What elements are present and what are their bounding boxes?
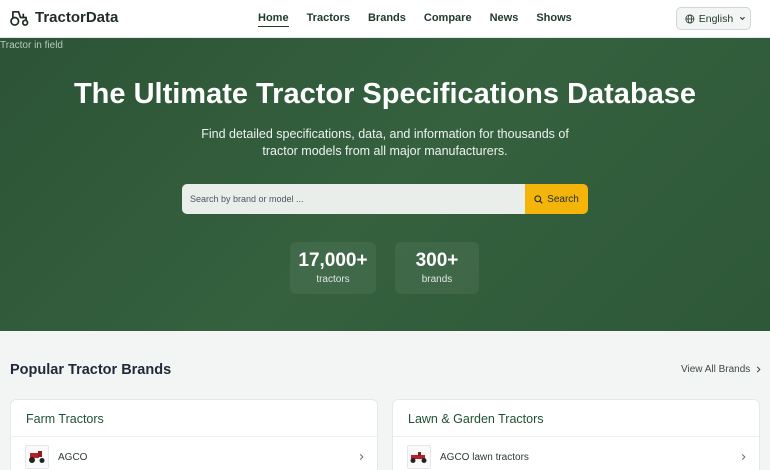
card-title: Lawn & Garden Tractors (408, 412, 544, 426)
nav-news[interactable]: News (490, 12, 519, 27)
tractor-thumbnail-icon (29, 451, 45, 463)
brand-name: AGCO lawn tractors (440, 451, 529, 463)
hero-image-alt: Tractor in field (0, 40, 63, 51)
nav-brands[interactable]: Brands (368, 12, 406, 27)
search-button-label: Search (547, 193, 579, 205)
brand-thumbnail (25, 445, 49, 469)
brand-list-item[interactable]: AGCO lawn tractors (407, 444, 747, 470)
section-title: Popular Tractor Brands (10, 362, 172, 378)
main-nav: Home Tractors Brands Compare News Shows (258, 12, 590, 27)
site-header: TractorData Home Tractors Brands Compare… (0, 0, 770, 38)
card-title: Farm Tractors (26, 412, 104, 426)
language-selector[interactable]: English (676, 7, 751, 30)
search-button[interactable]: Search (525, 184, 588, 214)
brand-thumbnail (407, 445, 431, 469)
nav-home[interactable]: Home (258, 12, 289, 27)
nav-compare[interactable]: Compare (424, 12, 472, 27)
lawn-garden-tractors-card: Lawn & Garden Tractors AGCO lawn tractor… (392, 399, 760, 470)
tractor-icon (10, 10, 29, 26)
nav-shows[interactable]: Shows (536, 12, 571, 27)
stat-tractors: 17,000+ tractors (290, 242, 376, 294)
globe-icon (685, 14, 695, 23)
divider (11, 436, 377, 437)
chevron-right-icon (359, 454, 364, 460)
search-input[interactable] (182, 184, 525, 214)
view-all-brands-link[interactable]: View All Brands (681, 364, 762, 375)
hero-subtitle: Find detailed specifications, data, and … (201, 127, 569, 158)
chevron-down-icon (740, 16, 746, 21)
search-bar: Search (182, 184, 588, 214)
logo-text: TractorData (35, 9, 119, 26)
hero-title: The Ultimate Tractor Specifications Data… (73, 78, 697, 110)
stat-value: 17,000+ (298, 250, 368, 271)
lawn-tractor-thumbnail-icon (410, 452, 427, 463)
language-label: English (698, 12, 734, 25)
divider (393, 436, 759, 437)
stat-label: tractors (316, 274, 350, 285)
farm-tractors-card: Farm Tractors AGCO (10, 399, 378, 470)
hero-banner: Tractor in field The Ultimate Tractor Sp… (0, 38, 770, 331)
brand-list-item[interactable]: AGCO (25, 444, 365, 470)
chevron-right-icon (757, 366, 761, 373)
stat-brands: 300+ brands (395, 242, 479, 294)
brand-name: AGCO (58, 451, 88, 463)
search-icon (534, 194, 543, 204)
nav-tractors[interactable]: Tractors (307, 12, 350, 27)
chevron-right-icon (741, 454, 746, 460)
stat-value: 300+ (415, 250, 459, 271)
stat-label: brands (421, 274, 453, 285)
view-all-label: View All Brands (681, 364, 751, 375)
logo[interactable]: TractorData (10, 9, 118, 26)
